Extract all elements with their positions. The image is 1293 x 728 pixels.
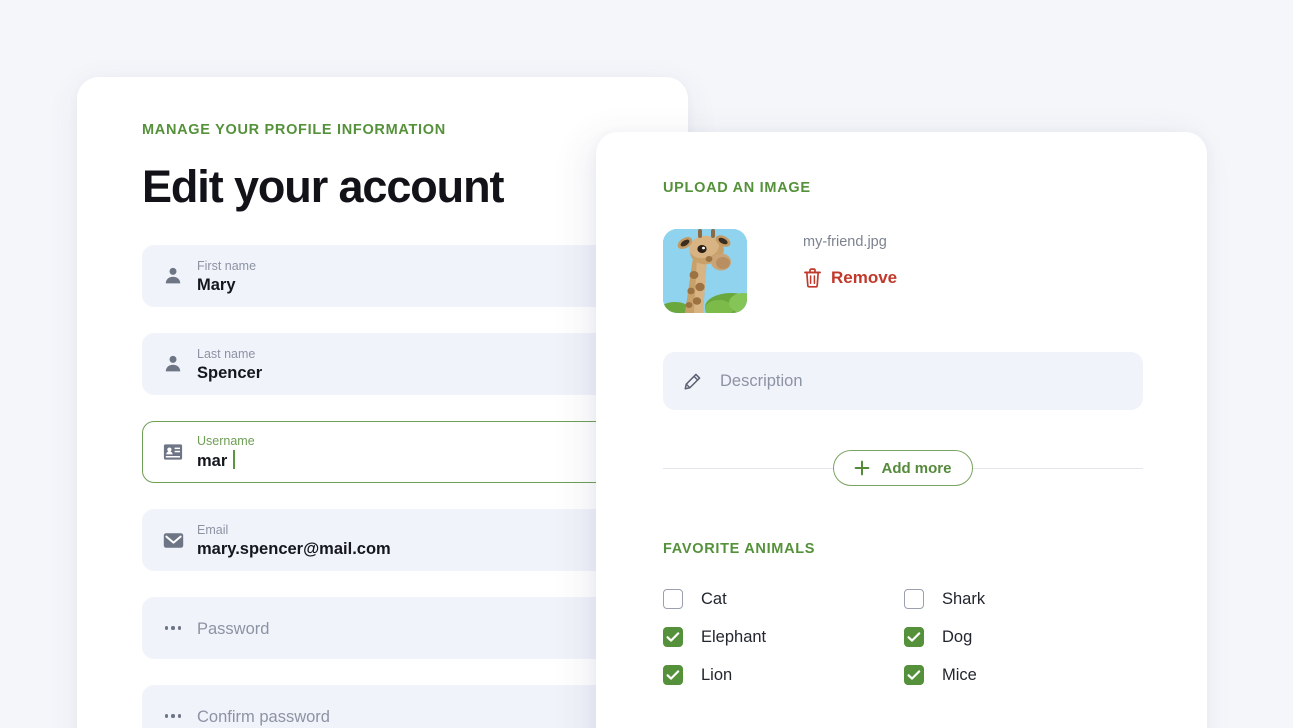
checkbox-checked-icon[interactable]: [663, 627, 683, 647]
field-label: First name: [197, 258, 257, 273]
field-first-name[interactable]: First name Mary: [142, 245, 658, 307]
field-password[interactable]: Password: [142, 597, 658, 659]
dots-icon: [162, 714, 184, 718]
person-icon: [162, 354, 184, 374]
checkbox-checked-icon[interactable]: [663, 665, 683, 685]
field-body: First name Mary: [197, 257, 256, 296]
id-badge-icon: [162, 443, 184, 461]
field-body: Confirm password: [197, 705, 330, 728]
field-label: Username: [197, 434, 255, 448]
field-value: Mary: [197, 275, 236, 294]
person-icon: [162, 266, 184, 286]
description-input[interactable]: Description: [663, 352, 1143, 410]
animal-checkbox-cat[interactable]: Cat: [663, 589, 904, 609]
field-value: mary.spencer@mail.com: [197, 539, 391, 558]
animal-label: Shark: [942, 589, 986, 608]
favorite-animals-list: Cat Shark Elephant Dog Lion Mice: [663, 589, 1143, 685]
add-more-divider-row: Add more: [663, 450, 1143, 486]
field-placeholder: Password: [197, 619, 270, 638]
animal-label: Mice: [942, 665, 977, 684]
animal-checkbox-lion[interactable]: Lion: [663, 665, 904, 685]
text-cursor: [233, 450, 235, 469]
field-value: mar: [197, 450, 255, 472]
field-body: Username mar: [197, 432, 255, 472]
plus-icon: [855, 460, 870, 476]
remove-file-button[interactable]: Remove: [803, 267, 897, 288]
trash-icon: [804, 268, 821, 288]
field-body: Last name Spencer: [197, 345, 262, 384]
animal-label: Cat: [701, 589, 727, 608]
envelope-icon: [162, 532, 184, 549]
upload-and-preferences-card: UPLOAD AN IMAGE my-friend.jpg Remove Des…: [596, 132, 1207, 728]
animal-checkbox-shark[interactable]: Shark: [904, 589, 1145, 609]
animal-checkbox-dog[interactable]: Dog: [904, 627, 1145, 647]
uploaded-file-meta: my-friend.jpg Remove: [803, 229, 897, 288]
favorite-animals-heading: FAVORITE ANIMALS: [663, 541, 816, 557]
animal-label: Elephant: [701, 627, 767, 646]
uploaded-image-thumbnail[interactable]: [663, 229, 747, 313]
field-value: Spencer: [197, 363, 263, 382]
description-placeholder: Description: [720, 371, 803, 390]
remove-file-label: Remove: [831, 267, 898, 287]
dots-icon: [162, 626, 184, 630]
upload-section-heading: UPLOAD AN IMAGE: [663, 180, 811, 196]
checkbox-empty-icon[interactable]: [904, 589, 924, 609]
pencil-icon: [681, 372, 703, 391]
field-label: Email: [197, 522, 229, 537]
checkbox-checked-icon[interactable]: [904, 665, 924, 685]
animal-label: Dog: [942, 627, 973, 646]
field-placeholder: Confirm password: [197, 707, 330, 726]
field-label: Last name: [197, 346, 256, 361]
uploaded-file-row: my-friend.jpg Remove: [663, 229, 1207, 313]
add-more-button[interactable]: Add more: [833, 450, 973, 486]
field-body: Email mary.spencer@mail.com: [197, 521, 391, 560]
animal-checkbox-mice[interactable]: Mice: [904, 665, 1145, 685]
animal-checkbox-elephant[interactable]: Elephant: [663, 627, 904, 647]
field-email[interactable]: Email mary.spencer@mail.com: [142, 509, 658, 571]
field-confirm-password[interactable]: Confirm password: [142, 685, 658, 728]
field-last-name[interactable]: Last name Spencer: [142, 333, 658, 395]
uploaded-file-name: my-friend.jpg: [803, 234, 887, 250]
animal-label: Lion: [701, 665, 733, 684]
field-username[interactable]: Username mar: [142, 421, 658, 483]
checkbox-checked-icon[interactable]: [904, 627, 924, 647]
add-more-label: Add more: [881, 459, 952, 477]
giraffe-icon: [663, 229, 747, 313]
checkbox-empty-icon[interactable]: [663, 589, 683, 609]
field-body: Password: [197, 617, 269, 640]
